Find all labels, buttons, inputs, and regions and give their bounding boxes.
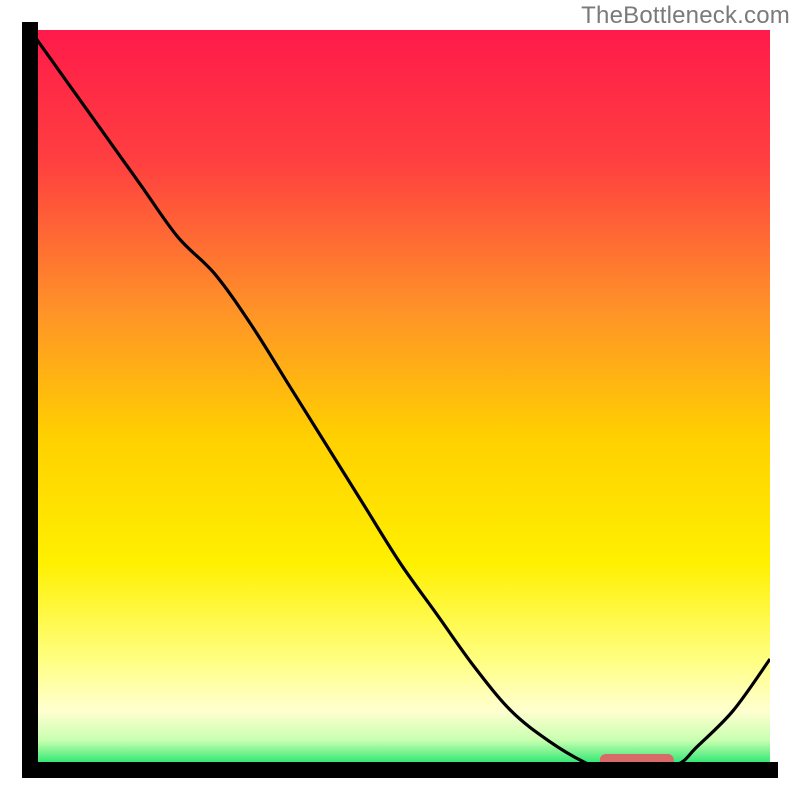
watermark-text: TheBottleneck.com	[581, 2, 790, 30]
plot-background	[30, 30, 770, 770]
chart-container: TheBottleneck.com	[0, 0, 800, 800]
chart-svg	[0, 0, 800, 800]
